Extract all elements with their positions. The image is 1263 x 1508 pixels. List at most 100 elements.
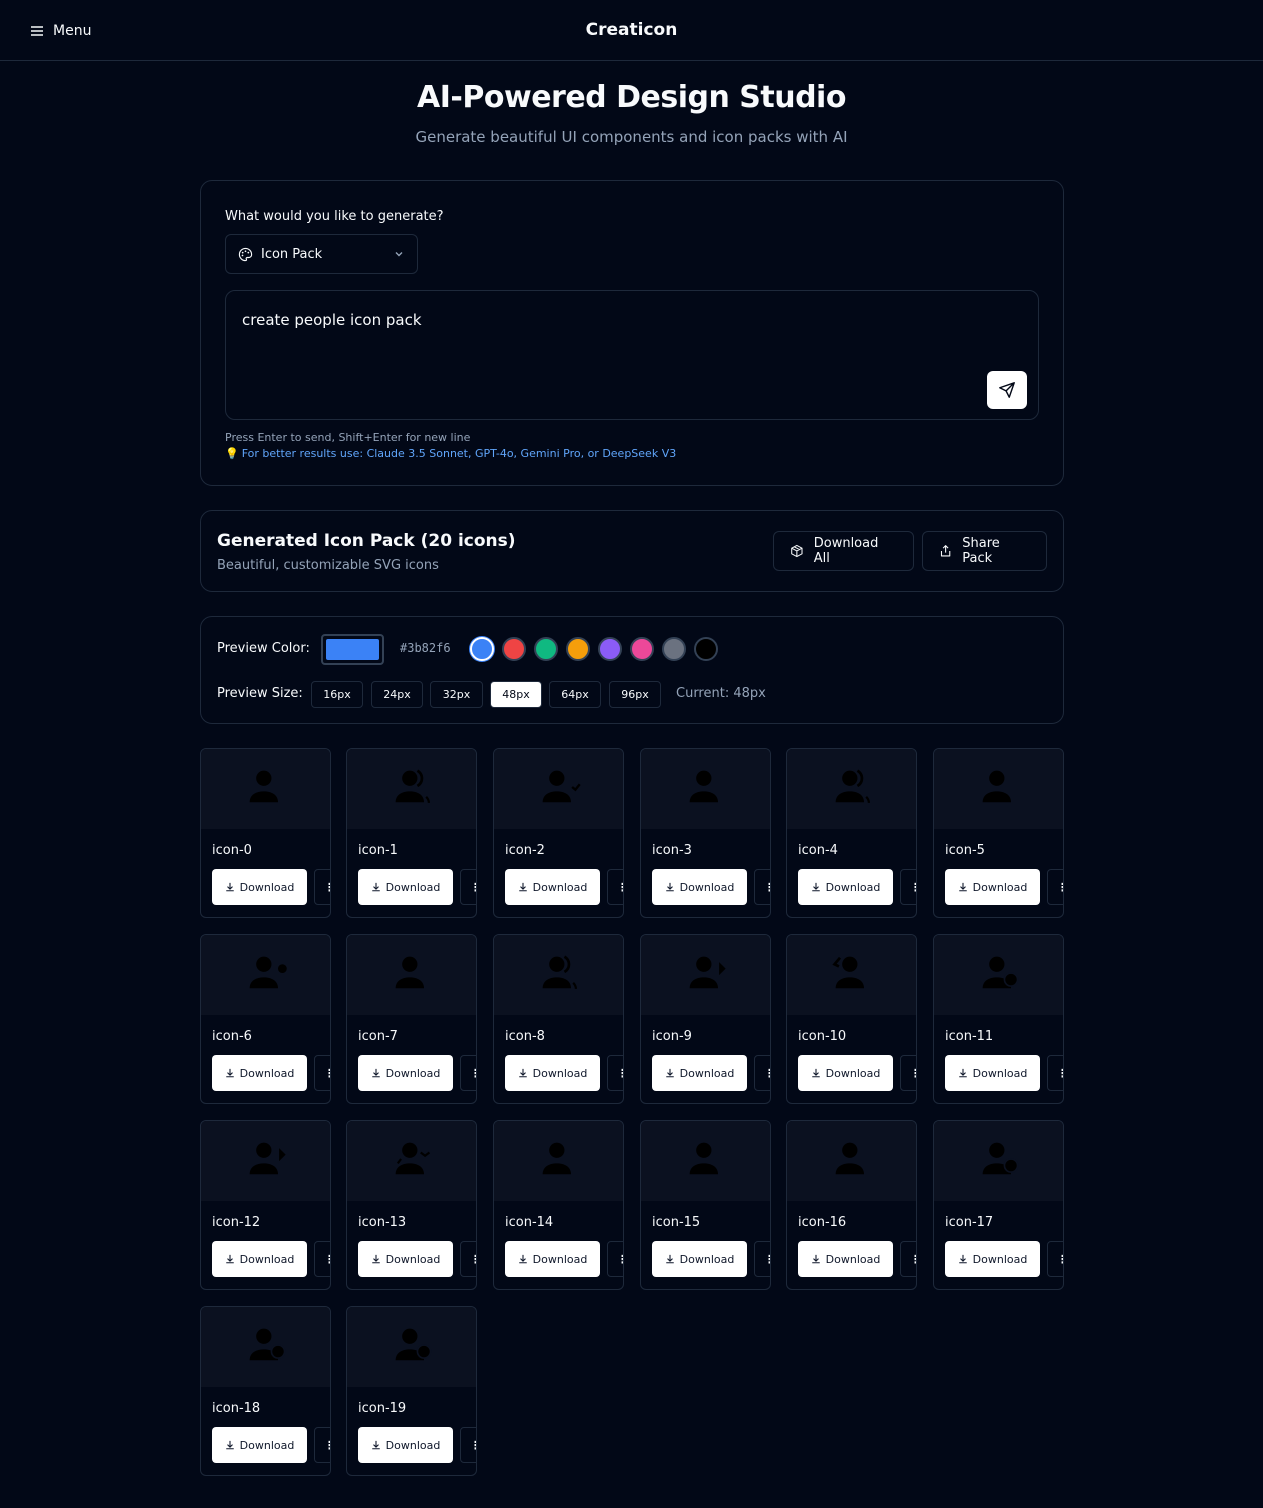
icon-download-button[interactable]: Download bbox=[505, 1241, 600, 1277]
more-options-button[interactable]: ⋮ bbox=[900, 1241, 916, 1277]
chevron-down-icon bbox=[393, 248, 405, 260]
icon-download-button[interactable]: Download bbox=[945, 1241, 1040, 1277]
person-icon bbox=[242, 1321, 290, 1373]
icon-download-button[interactable]: Download bbox=[798, 1241, 893, 1277]
color-swatch[interactable] bbox=[534, 637, 558, 661]
icon-download-button[interactable]: Download bbox=[212, 869, 307, 905]
icon-card: icon-7 Download ⋮ bbox=[346, 934, 477, 1104]
size-option[interactable]: 64px bbox=[549, 681, 601, 708]
color-swatch[interactable] bbox=[502, 637, 526, 661]
color-picker[interactable] bbox=[321, 634, 384, 665]
icon-download-button[interactable]: Download bbox=[652, 1055, 747, 1091]
download-label: Download bbox=[972, 1252, 1028, 1266]
more-options-button[interactable]: ⋮ bbox=[460, 869, 476, 905]
more-options-button[interactable]: ⋮ bbox=[460, 1427, 476, 1463]
icon-preview bbox=[201, 749, 330, 829]
color-swatch[interactable] bbox=[630, 637, 654, 661]
size-option[interactable]: 16px bbox=[311, 681, 363, 708]
more-options-button[interactable]: ⋮ bbox=[607, 869, 623, 905]
preview-settings-card: Preview Color: #3b82f6 Preview Size: Cur… bbox=[200, 616, 1064, 724]
icon-preview bbox=[641, 749, 770, 829]
color-swatch[interactable] bbox=[694, 637, 718, 661]
icon-name: icon-16 bbox=[798, 1215, 847, 1230]
more-vertical-icon: ⋮ bbox=[470, 1439, 476, 1452]
icon-download-button[interactable]: Download bbox=[945, 869, 1040, 905]
icon-download-button[interactable]: Download bbox=[652, 869, 747, 905]
icon-card: icon-16 Download ⋮ bbox=[786, 1120, 917, 1290]
more-options-button[interactable]: ⋮ bbox=[754, 1241, 770, 1277]
more-options-button[interactable]: ⋮ bbox=[460, 1241, 476, 1277]
person-icon bbox=[828, 949, 876, 1001]
page-subtitle: Generate beautiful UI components and ico… bbox=[415, 128, 848, 146]
icon-download-button[interactable]: Download bbox=[212, 1055, 307, 1091]
download-label: Download bbox=[679, 880, 735, 894]
icon-name: icon-5 bbox=[945, 843, 985, 858]
icon-download-button[interactable]: Download bbox=[652, 1241, 747, 1277]
icon-preview bbox=[347, 1307, 476, 1387]
model-tip: 💡 For better results use: Claude 3.5 Son… bbox=[225, 447, 676, 460]
person-icon bbox=[242, 949, 290, 1001]
icon-download-button[interactable]: Download bbox=[212, 1427, 307, 1463]
download-label: Download bbox=[385, 1438, 441, 1452]
more-options-button[interactable]: ⋮ bbox=[314, 1241, 330, 1277]
download-all-button[interactable]: Download All bbox=[773, 531, 914, 571]
more-options-button[interactable]: ⋮ bbox=[1047, 869, 1063, 905]
prompt-textarea[interactable]: create people icon pack bbox=[225, 290, 1039, 420]
color-swatch[interactable] bbox=[662, 637, 686, 661]
size-option[interactable]: 96px bbox=[609, 681, 661, 708]
share-pack-button[interactable]: Share Pack bbox=[922, 531, 1047, 571]
download-icon bbox=[518, 1068, 527, 1078]
color-swatch[interactable] bbox=[470, 637, 494, 661]
color-swatch[interactable] bbox=[598, 637, 622, 661]
lightbulb-icon: 💡 bbox=[225, 447, 239, 460]
size-option[interactable]: 48px bbox=[490, 681, 542, 708]
size-option[interactable]: 24px bbox=[371, 681, 423, 708]
more-vertical-icon: ⋮ bbox=[324, 1253, 330, 1266]
icon-preview bbox=[347, 749, 476, 829]
icon-preview bbox=[787, 1121, 916, 1201]
download-icon bbox=[518, 882, 527, 892]
icon-name: icon-6 bbox=[212, 1029, 252, 1044]
icon-download-button[interactable]: Download bbox=[358, 869, 453, 905]
icon-name: icon-3 bbox=[652, 843, 692, 858]
more-options-button[interactable]: ⋮ bbox=[1047, 1055, 1063, 1091]
more-options-button[interactable]: ⋮ bbox=[607, 1055, 623, 1091]
more-options-button[interactable]: ⋮ bbox=[754, 869, 770, 905]
icon-card: icon-11 Download ⋮ bbox=[933, 934, 1064, 1104]
more-options-button[interactable]: ⋮ bbox=[900, 869, 916, 905]
more-options-button[interactable]: ⋮ bbox=[314, 1055, 330, 1091]
person-icon bbox=[828, 1135, 876, 1187]
send-button[interactable] bbox=[987, 371, 1027, 409]
more-options-button[interactable]: ⋮ bbox=[1047, 1241, 1063, 1277]
type-select[interactable]: Icon Pack bbox=[225, 234, 418, 274]
icon-preview bbox=[201, 1307, 330, 1387]
more-options-button[interactable]: ⋮ bbox=[314, 869, 330, 905]
download-icon bbox=[958, 1068, 967, 1078]
icon-download-button[interactable]: Download bbox=[798, 1055, 893, 1091]
person-icon bbox=[388, 1321, 436, 1373]
download-icon bbox=[371, 1254, 380, 1264]
color-swatch[interactable] bbox=[566, 637, 590, 661]
icon-card: icon-4 Download ⋮ bbox=[786, 748, 917, 918]
download-label: Download bbox=[825, 1252, 881, 1266]
icon-download-button[interactable]: Download bbox=[505, 869, 600, 905]
download-icon bbox=[225, 1068, 234, 1078]
icon-name: icon-2 bbox=[505, 843, 545, 858]
download-label: Download bbox=[239, 1252, 295, 1266]
more-options-button[interactable]: ⋮ bbox=[607, 1241, 623, 1277]
icon-download-button[interactable]: Download bbox=[945, 1055, 1040, 1091]
size-option[interactable]: 32px bbox=[430, 681, 483, 708]
more-options-button[interactable]: ⋮ bbox=[900, 1055, 916, 1091]
icon-download-button[interactable]: Download bbox=[798, 869, 893, 905]
icon-name: icon-19 bbox=[358, 1401, 407, 1416]
icon-download-button[interactable]: Download bbox=[505, 1055, 600, 1091]
icon-card: icon-12 Download ⋮ bbox=[200, 1120, 331, 1290]
icon-download-button[interactable]: Download bbox=[358, 1241, 453, 1277]
more-options-button[interactable]: ⋮ bbox=[314, 1427, 330, 1463]
icon-download-button[interactable]: Download bbox=[358, 1427, 453, 1463]
more-options-button[interactable]: ⋮ bbox=[460, 1055, 476, 1091]
icon-card: icon-14 Download ⋮ bbox=[493, 1120, 624, 1290]
icon-download-button[interactable]: Download bbox=[212, 1241, 307, 1277]
more-options-button[interactable]: ⋮ bbox=[754, 1055, 770, 1091]
icon-download-button[interactable]: Download bbox=[358, 1055, 453, 1091]
